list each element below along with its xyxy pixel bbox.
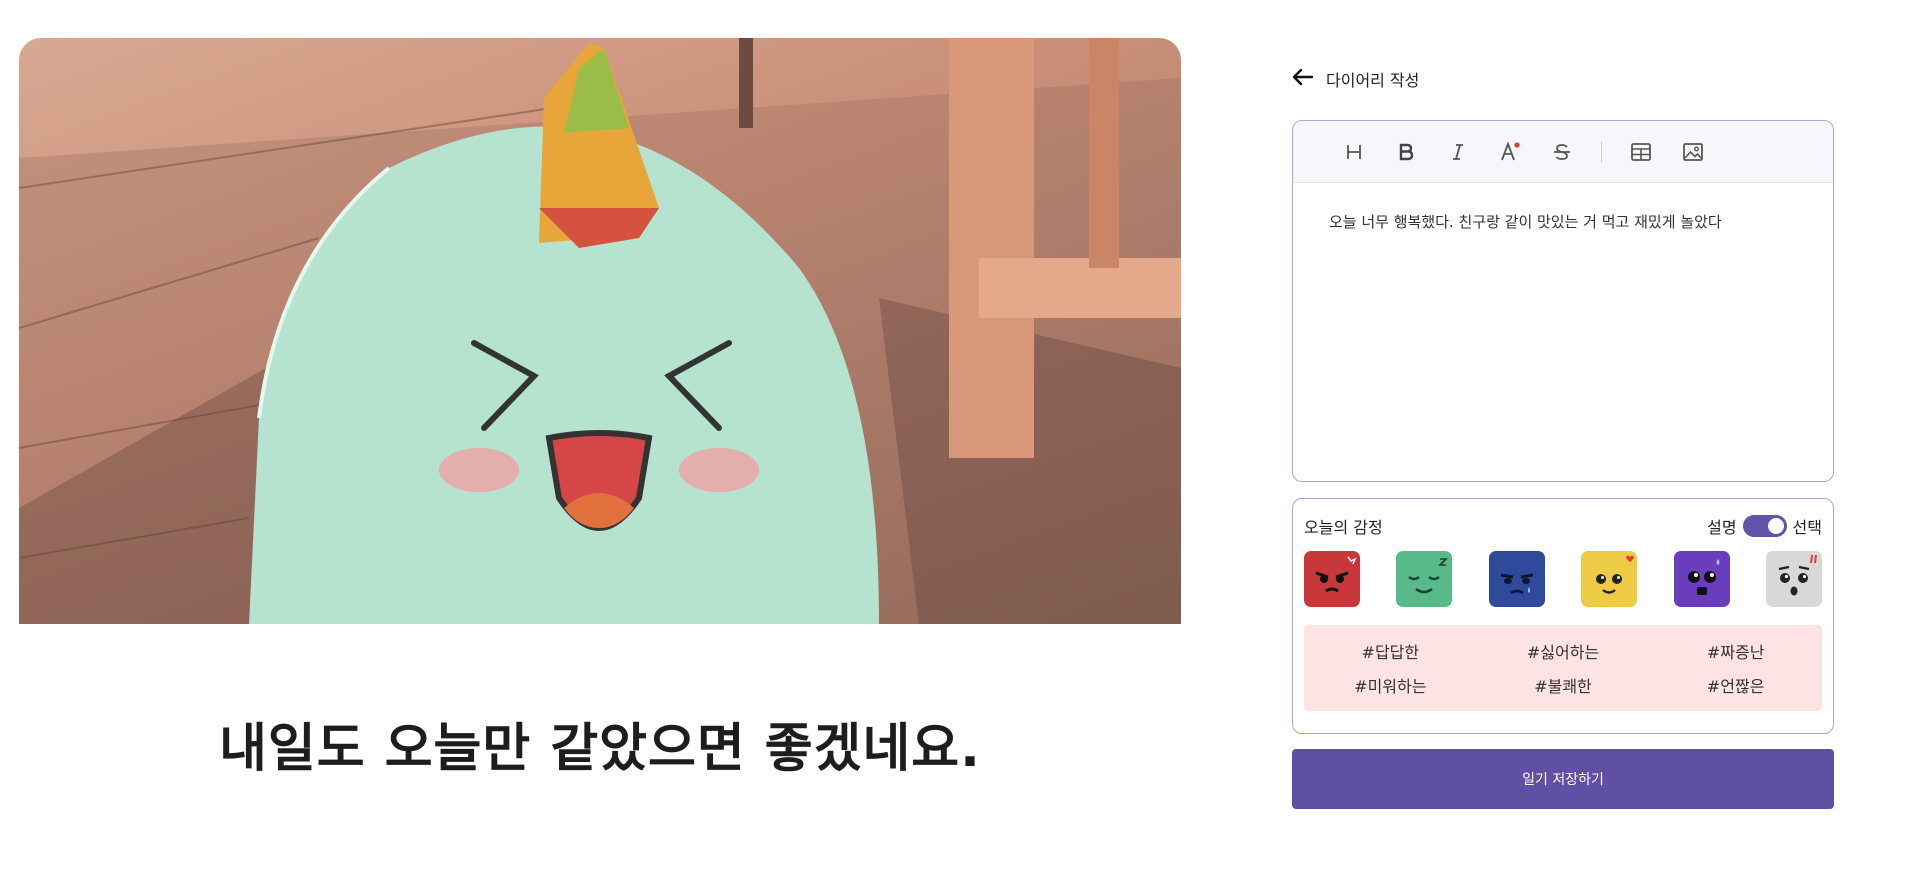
save-diary-button[interactable]: 일기 저장하기: [1292, 749, 1834, 809]
image-icon[interactable]: [1680, 139, 1706, 165]
text-color-icon[interactable]: [1497, 139, 1523, 165]
emotion-panel: 오늘의 감정 설명 선택 #답답한 #싫어하는 #짜증난 #미워하는 #불쾌한 …: [1292, 498, 1834, 734]
content-face-icon[interactable]: [1396, 551, 1453, 607]
diary-editor: 오늘 너무 행복했다. 친구랑 같이 맛있는 거 먹고 재밌게 놀았다: [1292, 120, 1834, 482]
surprised-face-icon[interactable]: [1765, 551, 1822, 607]
diary-form: 다이어리 작성 오늘 너무 행복했다. 친구랑 같이 맛있는 거 먹고 재밌게 …: [1292, 66, 1837, 809]
toggle-label-select: 선택: [1792, 518, 1822, 537]
fear-face-icon[interactable]: [1673, 551, 1730, 607]
emotion-tag[interactable]: #짜증난: [1649, 639, 1822, 663]
table-icon[interactable]: [1628, 139, 1654, 165]
diary-content[interactable]: 오늘 너무 행복했다. 친구랑 같이 맛있는 거 먹고 재밌게 놀았다: [1293, 183, 1833, 260]
back-button[interactable]: 다이어리 작성: [1292, 66, 1837, 92]
italic-icon[interactable]: [1445, 139, 1471, 165]
mode-toggle[interactable]: [1742, 515, 1787, 537]
editor-toolbar: [1293, 121, 1833, 183]
page-title: 다이어리 작성: [1326, 71, 1420, 90]
angry-face-icon[interactable]: [1304, 551, 1360, 607]
emotion-tag[interactable]: #언짢은: [1649, 673, 1822, 697]
bold-icon[interactable]: [1393, 139, 1419, 165]
emotion-tag[interactable]: #답답한: [1304, 639, 1477, 663]
emotion-tag[interactable]: #싫어하는: [1477, 639, 1650, 663]
emotion-title: 오늘의 감정: [1304, 518, 1383, 537]
arrow-left-icon: [1292, 68, 1314, 90]
toolbar-divider: [1601, 140, 1602, 163]
mode-toggle-group: 설명 선택: [1707, 514, 1822, 538]
sad-face-icon[interactable]: [1488, 551, 1545, 607]
character-image: [19, 38, 1181, 624]
emotion-tag-list: #답답한 #싫어하는 #짜증난 #미워하는 #불쾌한 #언짢은: [1304, 625, 1822, 711]
emotion-tag[interactable]: #미워하는: [1304, 673, 1477, 697]
emotion-face-list: [1304, 551, 1822, 607]
strikethrough-icon[interactable]: [1549, 139, 1575, 165]
heading-icon[interactable]: [1341, 139, 1367, 165]
emotion-tag[interactable]: #불쾌한: [1477, 673, 1650, 697]
toggle-label-description: 설명: [1707, 518, 1737, 537]
result-panel: 내일도 오늘만 같았으면 좋겠네요.: [19, 38, 1181, 781]
happy-face-icon[interactable]: [1581, 551, 1638, 607]
result-caption: 내일도 오늘만 같았으면 좋겠네요.: [219, 719, 981, 779]
